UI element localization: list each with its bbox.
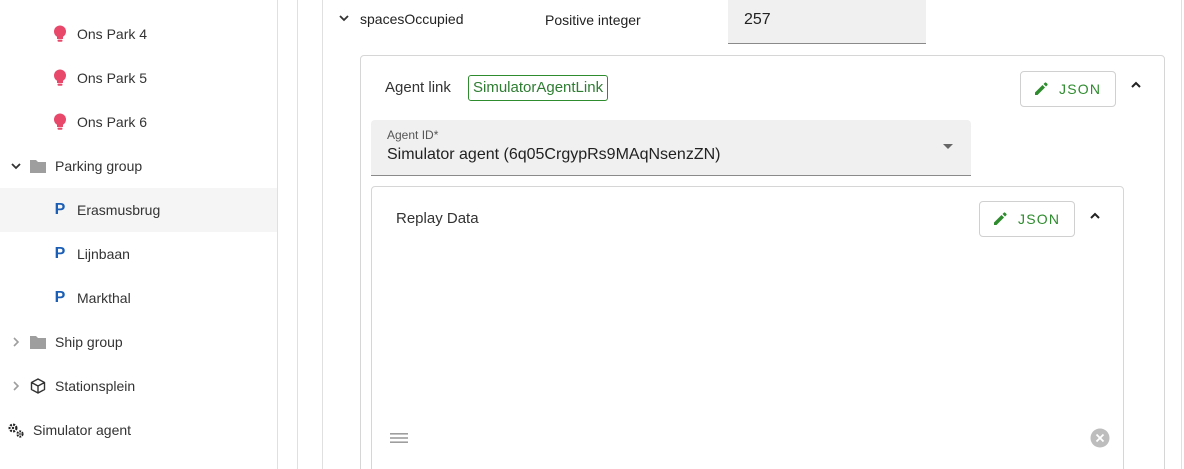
agent-id-label: Agent ID* [387, 128, 439, 142]
tree-item-label: Ons Park 6 [77, 114, 148, 130]
tree-item-label: Ons Park 5 [77, 70, 148, 86]
folder-icon [28, 156, 48, 176]
chevron-up-icon[interactable] [1126, 75, 1146, 95]
tree-item-stationsplein[interactable]: Stationsplein [0, 364, 277, 408]
chevron-down-icon[interactable] [336, 10, 352, 26]
json-button-label: JSON [1059, 81, 1102, 97]
drag-handle-icon[interactable] [389, 430, 409, 446]
tree-item-label: Erasmusbrug [77, 202, 161, 218]
agent-link-type-chip: SimulatorAgentLink [468, 75, 609, 101]
attribute-value-input[interactable]: 257 [728, 0, 926, 44]
tree-item-ons-park-6[interactable]: Ons Park 6 [0, 100, 277, 144]
agent-id-select[interactable]: Agent ID* Simulator agent (6q05CrgypRs9M… [371, 120, 971, 176]
tree-item-lijnbaan[interactable]: P Lijnbaan [0, 232, 277, 276]
agent-id-value: Simulator agent (6q05CrgypRs9MAqNsenzZN) [387, 146, 721, 163]
chevron-right-icon[interactable] [8, 334, 24, 350]
pencil-icon [992, 210, 1008, 228]
tree-item-ship-group[interactable]: Ship group [0, 320, 277, 364]
chevron-up-icon[interactable] [1085, 206, 1105, 226]
lightbulb-icon [50, 112, 70, 132]
tree-item-markthal[interactable]: P Markthal [0, 276, 277, 320]
folder-icon [28, 332, 48, 352]
pencil-icon [1033, 80, 1049, 98]
tree-item-ons-park-4[interactable]: Ons Park 4 [0, 12, 277, 56]
attribute-type: Positive integer [545, 12, 641, 28]
tree-item-label: Ship group [55, 334, 123, 350]
agent-link-json-button[interactable]: JSON [1020, 71, 1116, 107]
gears-icon [6, 420, 26, 440]
tree-item-ons-park-5[interactable]: Ons Park 5 [0, 56, 277, 100]
tree-item-simulator-agent[interactable]: Simulator agent [0, 408, 277, 452]
replay-json-button[interactable]: JSON [979, 201, 1075, 237]
chevron-down-icon[interactable] [8, 158, 24, 174]
parking-icon: P [54, 201, 66, 218]
chevron-right-icon[interactable] [8, 378, 24, 394]
lightbulb-icon [50, 24, 70, 44]
attribute-name: spacesOccupied [360, 11, 464, 27]
lightbulb-icon [50, 68, 70, 88]
tree-item-label: Lijnbaan [77, 246, 130, 262]
panel-divider [297, 0, 298, 469]
parking-icon: P [54, 289, 66, 306]
tree-item-label: Ons Park 4 [77, 26, 148, 42]
tree-item-label: Simulator agent [33, 422, 132, 438]
asset-tree-sidebar: Ons Park 4 Ons Park 5 Ons Park 6 Parking… [0, 0, 278, 469]
dropdown-arrow-icon [943, 144, 953, 149]
tree-item-label: Parking group [55, 158, 143, 174]
tree-item-parking-group[interactable]: Parking group [0, 144, 277, 188]
tree-item-label: Stationsplein [55, 378, 136, 394]
attribute-value: 257 [744, 11, 771, 28]
tree-item-erasmusbrug[interactable]: P Erasmusbrug [0, 188, 277, 232]
tree-item-label: Markthal [77, 290, 131, 306]
clear-icon[interactable] [1090, 428, 1110, 448]
parking-icon: P [54, 245, 66, 262]
json-button-label: JSON [1018, 211, 1061, 227]
cube-icon [28, 376, 48, 396]
agent-link-label: Agent link [385, 79, 451, 96]
replay-data-title: Replay Data [396, 210, 479, 227]
